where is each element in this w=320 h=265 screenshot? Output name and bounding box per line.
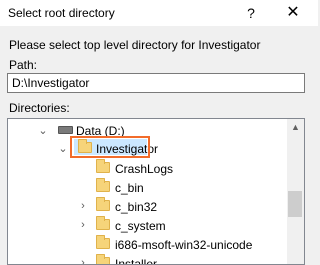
scroll-up-icon[interactable]: ▲	[287, 119, 304, 136]
chevron-down-icon[interactable]: ⌄	[38, 124, 48, 137]
window-title: Select root directory	[8, 6, 115, 20]
instruction-text: Please select top level directory for In…	[9, 38, 261, 52]
chevron-down-icon[interactable]: ⌄	[58, 142, 68, 155]
tree-item-label: c_bin32	[115, 200, 158, 214]
drive-icon	[58, 126, 73, 134]
tree-item-label: Installer	[115, 257, 158, 265]
tree-item-c-bin[interactable]: c_bin	[8, 178, 288, 198]
chevron-right-icon[interactable]: ›	[78, 200, 88, 212]
folder-icon	[96, 178, 110, 192]
tree-item-installer[interactable]: › Installer	[8, 254, 288, 265]
tree-item-label: c_bin	[115, 181, 144, 195]
tree-item-label: c_system	[115, 219, 166, 233]
path-input[interactable]: D:\Investigator	[7, 73, 305, 93]
tree-item-label: i686-msoft-win32-unicode	[115, 238, 253, 252]
selection-highlight	[70, 136, 150, 158]
title-bar: Select root directory ? ✕	[0, 0, 318, 26]
tree-item-crashlogs[interactable]: CrashLogs	[8, 159, 288, 179]
path-label: Path:	[9, 58, 38, 72]
tree-item-c-bin32[interactable]: › c_bin32	[8, 197, 288, 217]
folder-icon	[96, 216, 110, 230]
tree-item-label: CrashLogs	[115, 162, 174, 176]
vertical-scrollbar[interactable]: ▲	[287, 119, 304, 264]
chevron-right-icon[interactable]: ›	[78, 219, 88, 231]
tree-item-c-system[interactable]: › c_system	[8, 216, 288, 236]
close-button[interactable]: ✕	[276, 0, 310, 26]
scroll-thumb[interactable]	[288, 191, 302, 217]
directories-label: Directories:	[9, 101, 70, 115]
chevron-right-icon[interactable]: ›	[78, 257, 88, 264]
folder-icon	[96, 159, 110, 173]
folder-icon	[96, 235, 110, 249]
help-button[interactable]: ?	[234, 0, 268, 26]
directory-tree[interactable]: ⌄ Data (D:) ⌄ Investigator CrashLogs c_b…	[7, 118, 305, 265]
tree-item-i686[interactable]: i686-msoft-win32-unicode	[8, 235, 288, 255]
folder-icon	[96, 254, 110, 264]
folder-icon	[96, 197, 110, 211]
